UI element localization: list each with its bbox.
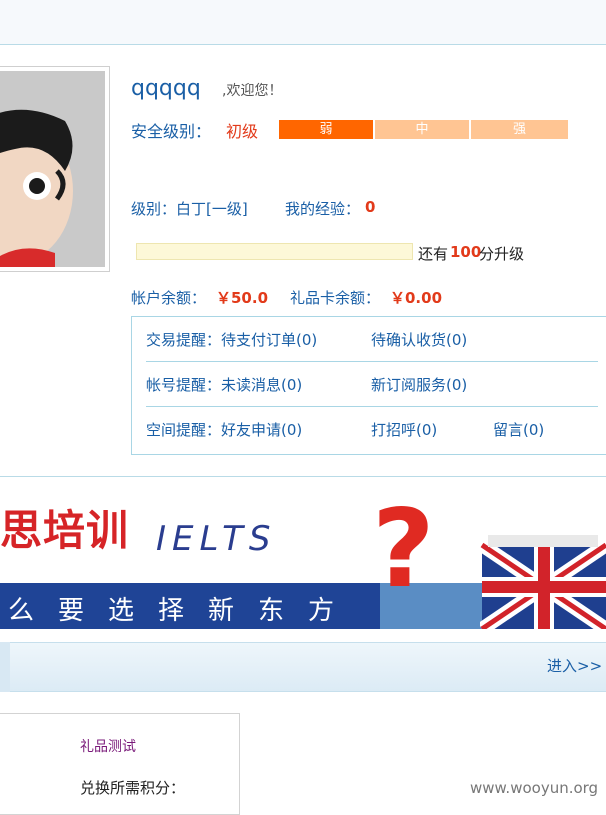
account-new-subscriptions-link[interactable]: 新订阅服务(0) [371,374,467,395]
member-level: 级别：白丁[一级] [131,200,248,218]
space-reminder-row: 空间提醒：好友申请(0) 打招呼(0) 留言(0) [132,407,606,452]
question-mark-icon: ? [372,491,435,612]
gift-points-label: 兑换所需积分： [80,779,186,797]
upgrade-prefix: 还有 [418,245,449,263]
username[interactable]: qqqqq [131,76,201,101]
account-balance-label: 帐户余额： [131,289,207,307]
watermark: www.wooyun.org [470,779,599,797]
gift-card-balance-value: ￥0.00 [390,289,443,307]
upgrade-points: 100 [450,243,482,261]
gift-item-panel [0,713,240,815]
trade-pending-receipt-link[interactable]: 待确认收货(0) [371,329,467,350]
space-messages-link[interactable]: 留言(0) [493,419,544,440]
security-bar-medium: 中 [375,120,469,139]
welcome-text: ,欢迎您！ [222,83,283,99]
gift-card-balance-label: 礼品卡余额： [290,289,381,307]
reminders-panel: 交易提醒：待支付订单(0) 待确认收货(0) 帐号提醒：未读消息(0) 新订阅服… [131,316,606,455]
trade-reminder-row: 交易提醒：待支付订单(0) 待确认收货(0) [132,317,606,362]
union-jack-bus-icon [480,535,606,629]
enter-bar [0,642,606,692]
section-divider [0,476,606,477]
trade-pending-payment-link[interactable]: 交易提醒：待支付订单(0) [146,329,317,350]
security-level-value: 初级 [226,122,259,141]
upgrade-progress-bar [136,243,413,260]
enter-bar-edge [0,642,10,692]
space-greetings-link[interactable]: 打招呼(0) [371,419,437,440]
account-balance-value: ￥50.0 [216,289,269,307]
experience-label: 我的经验： [285,200,361,218]
security-bar-strong: 强 [471,120,568,139]
space-friend-requests-link[interactable]: 空间提醒：好友申请(0) [146,419,302,440]
upgrade-suffix: 分升级 [479,245,525,263]
top-bar [0,0,606,45]
banner-ielts: IELTS [156,519,277,559]
experience-value: 0 [365,198,376,216]
avatar[interactable] [0,71,105,267]
security-bar-weak: 弱 [279,120,373,139]
avatar-frame[interactable] [0,66,110,272]
account-reminder-row: 帐号提醒：未读消息(0) 新订阅服务(0) [132,362,606,407]
security-level-label: 安全级别： [131,122,212,141]
avatar-cartoon-icon [0,71,105,267]
promo-banner[interactable]: 思培训 IELTS 么要选择新东方 ? [0,491,606,629]
banner-slogan: 么要选择新东方 [8,596,359,626]
account-unread-messages-link[interactable]: 帐号提醒：未读消息(0) [146,374,302,395]
banner-title: 思培训 [0,506,130,555]
gift-item-title[interactable]: 礼品测试 [80,736,136,756]
enter-link[interactable]: 进入>> [547,655,602,676]
